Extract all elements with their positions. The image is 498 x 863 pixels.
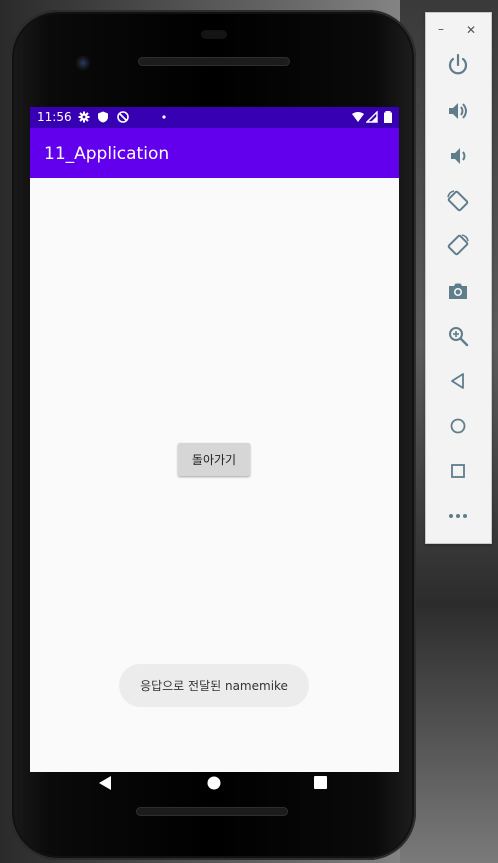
volume-down-icon[interactable] [446,144,470,168]
phone-frame: 11:56 11_Application 돌아가기 응답으로 전달된 namem… [10,10,416,860]
battery-icon [384,111,392,123]
rotate-right-icon[interactable] [446,233,470,257]
back-icon[interactable] [446,369,470,393]
nav-bar [30,762,399,804]
wifi-icon [352,112,364,122]
device-screen: 11:56 11_Application 돌아가기 응답으로 전달된 namem… [30,107,399,772]
toast-text: 응답으로 전달된 namemike [140,679,288,693]
overview-icon[interactable] [446,459,470,483]
gear-icon [78,111,90,123]
top-sensor [201,30,227,39]
home-circle-icon[interactable] [207,776,221,790]
more-icon[interactable] [446,504,470,528]
zoom-icon[interactable] [446,324,470,348]
toast-message: 응답으로 전달된 namemike [119,664,309,707]
shield-icon [98,111,108,123]
app-bar: 11_Application [30,128,399,178]
back-triangle-icon[interactable] [98,776,112,790]
status-time: 11:56 [37,110,72,124]
power-icon[interactable] [446,53,470,77]
front-camera [76,56,90,70]
camera-icon[interactable] [446,279,470,303]
volume-up-icon[interactable] [446,99,470,123]
recents-square-icon[interactable] [314,776,327,789]
back-button[interactable]: 돌아가기 [178,443,250,476]
status-bar: 11:56 [30,107,399,128]
no-sync-icon [117,111,129,123]
earpiece-speaker [138,57,290,66]
home-icon[interactable] [446,414,470,438]
close-icon[interactable]: ✕ [466,23,476,37]
dot-icon [162,115,166,119]
rotate-left-icon[interactable] [446,189,470,213]
signal-icon [366,111,378,123]
bottom-speaker [136,807,288,816]
app-title: 11_Application [44,144,170,164]
emulator-control-panel: – ✕ [425,12,492,544]
minimize-icon[interactable]: – [438,22,444,36]
